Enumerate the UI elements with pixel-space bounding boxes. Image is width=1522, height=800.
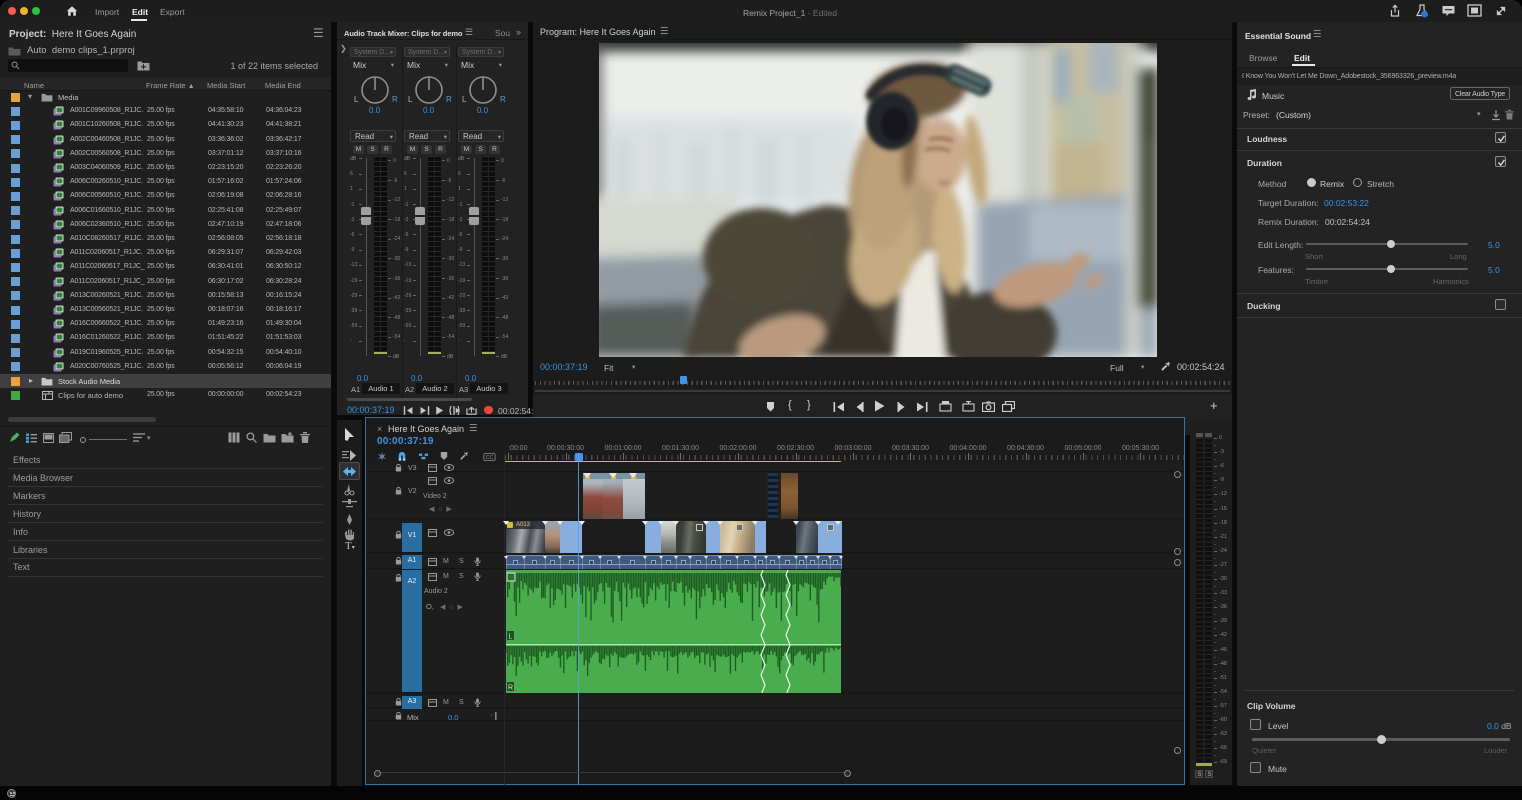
svg-text:CC: CC (486, 455, 494, 461)
svg-text:L: L (509, 634, 513, 641)
svg-text:R: R (508, 685, 513, 692)
